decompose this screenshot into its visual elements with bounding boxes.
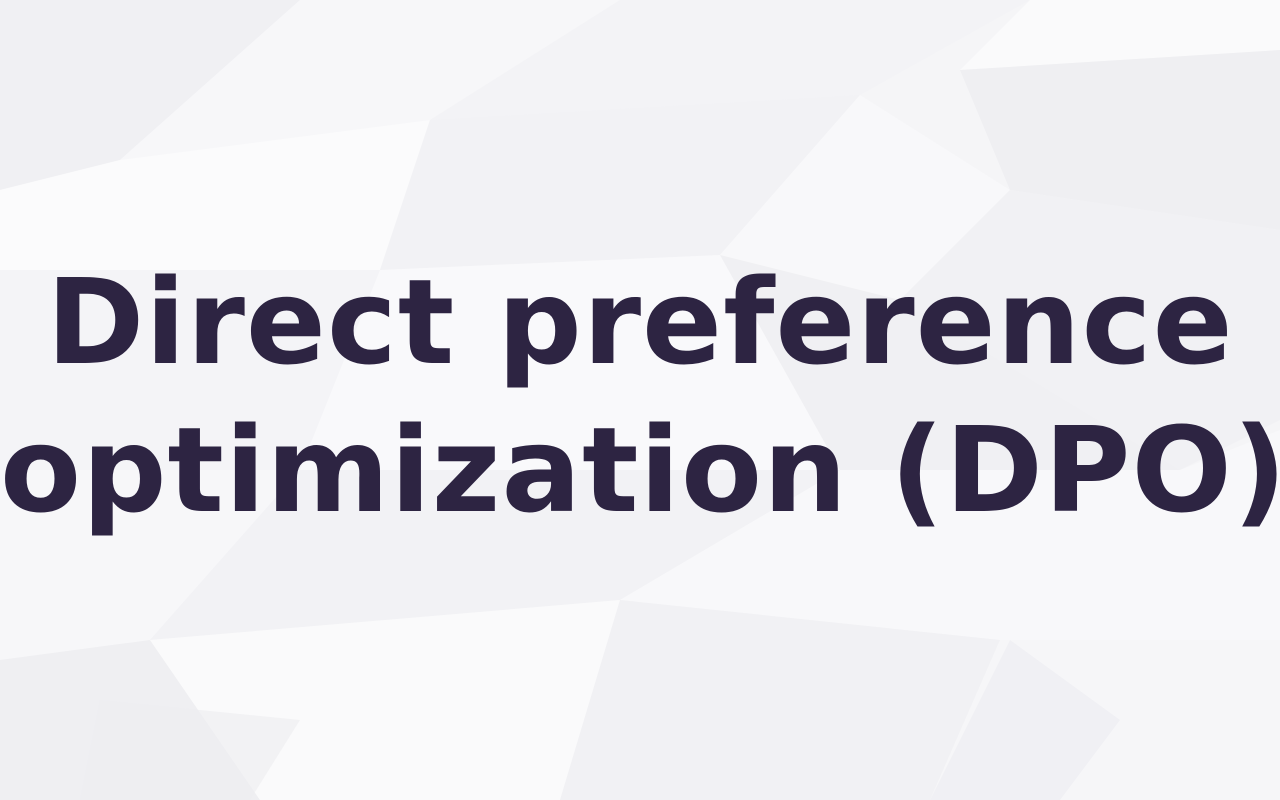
slide-title: Direct preference optimization (DPO) bbox=[0, 248, 1280, 544]
slide-canvas: Direct preference optimization (DPO) bbox=[0, 0, 1280, 800]
title-line-2: optimization (DPO) bbox=[0, 401, 1280, 539]
title-line-1: Direct preference bbox=[46, 253, 1234, 391]
